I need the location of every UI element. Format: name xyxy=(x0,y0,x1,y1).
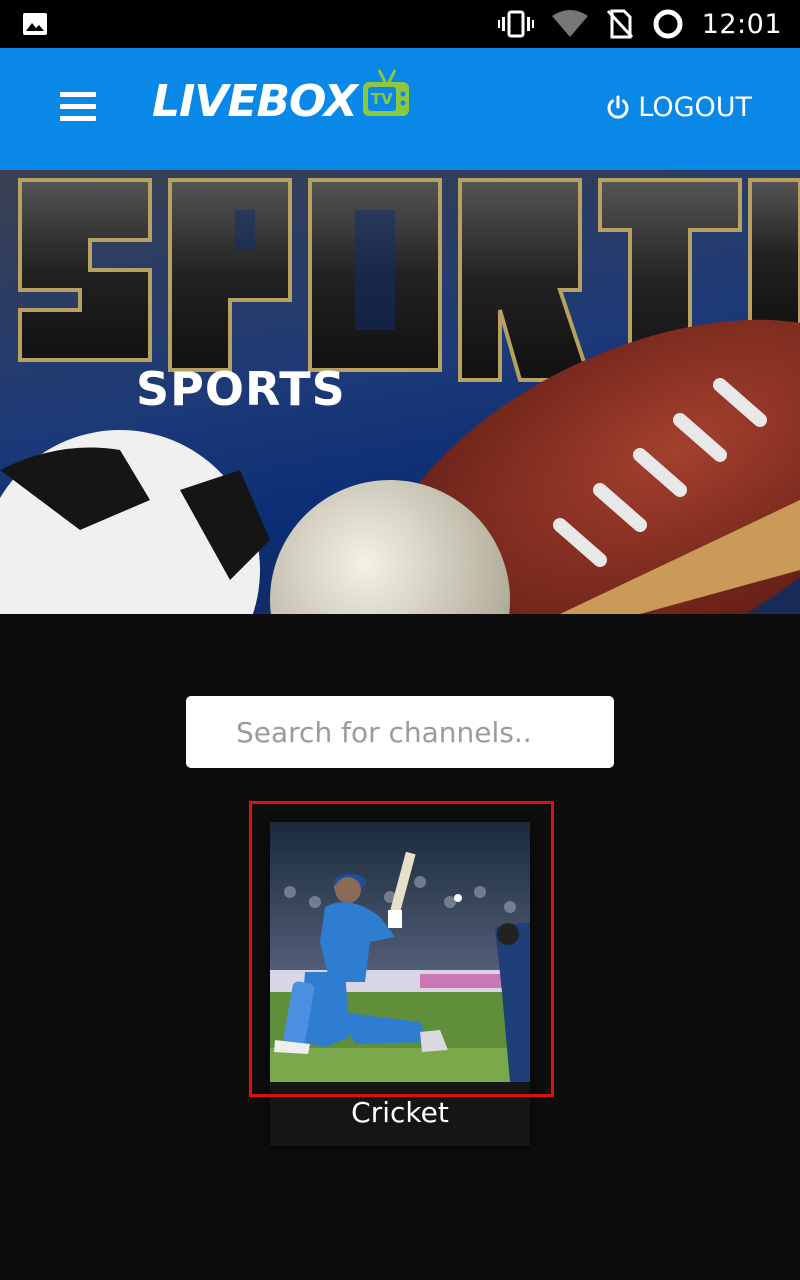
app-bar: LIVEBOX TV LOGOUT xyxy=(0,48,800,170)
logo-badge: TV xyxy=(370,89,393,108)
cricket-thumbnail xyxy=(270,822,530,1082)
category-banner: SPORTS xyxy=(0,170,800,614)
channel-label: Cricket xyxy=(351,1096,449,1129)
wifi-icon xyxy=(551,10,588,37)
gallery-icon xyxy=(23,13,47,35)
no-sim-icon xyxy=(606,9,633,39)
logout-button[interactable]: LOGOUT xyxy=(606,92,752,123)
channel-search-input[interactable] xyxy=(186,696,614,768)
tv-icon: TV xyxy=(361,68,413,124)
category-title: SPORTS xyxy=(136,362,346,416)
logo-text: LIVEBOX xyxy=(152,76,358,127)
channel-card-cricket[interactable]: Cricket xyxy=(270,822,530,1146)
vibrate-icon xyxy=(497,10,534,38)
status-clock: 12:01 xyxy=(701,8,782,40)
battery-icon xyxy=(653,9,683,39)
logout-label: LOGOUT xyxy=(638,92,752,123)
status-bar: 12:01 xyxy=(0,0,800,48)
hamburger-menu-icon[interactable] xyxy=(60,92,96,122)
sports-balls-illustration xyxy=(0,178,800,614)
power-icon xyxy=(607,95,629,119)
logo: LIVEBOX TV xyxy=(152,68,413,127)
